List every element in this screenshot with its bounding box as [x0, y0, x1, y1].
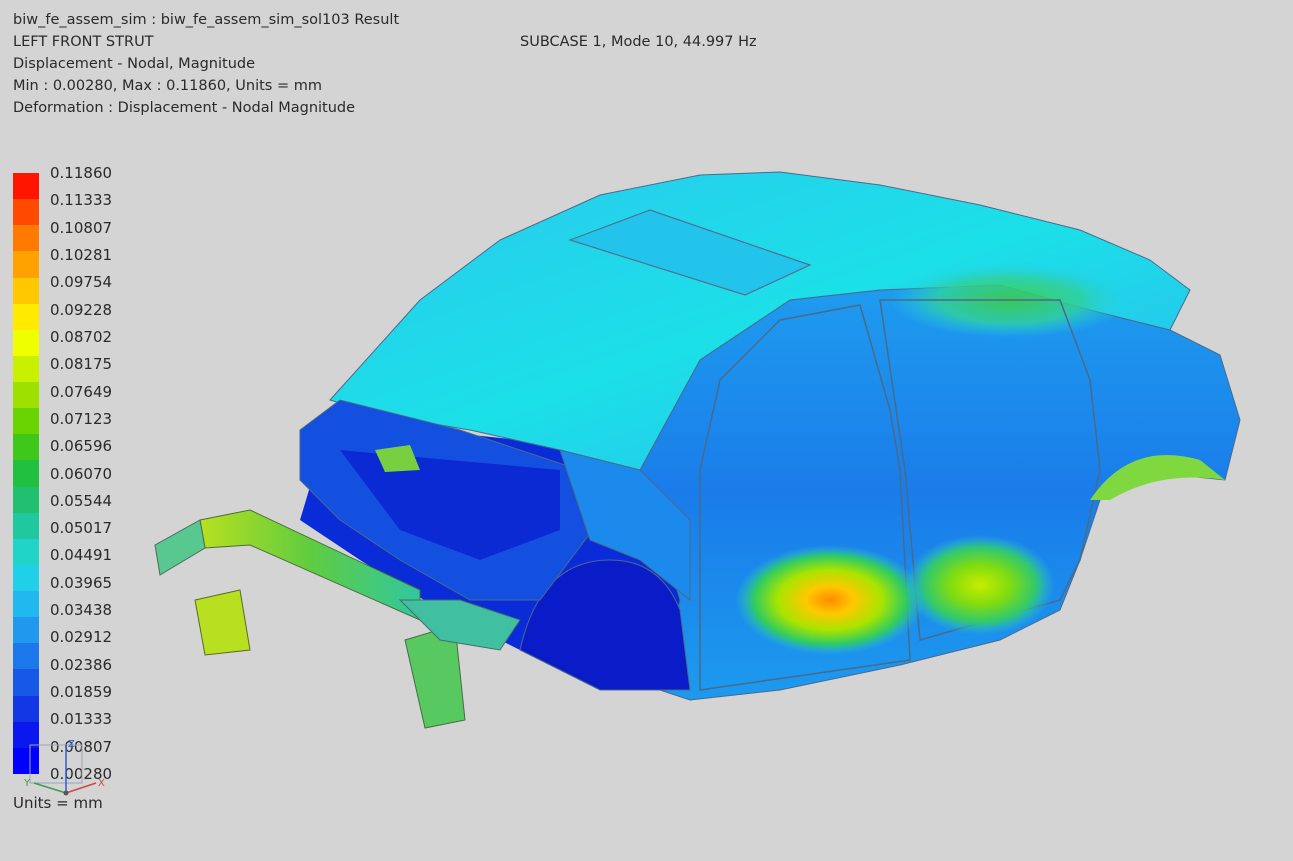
- legend-color-band: [13, 303, 39, 331]
- bumper-end-cap: [154, 519, 206, 576]
- legend-color-band: [13, 669, 39, 697]
- legend-color-band: [13, 199, 39, 226]
- legend-value-label: 0.05544: [50, 491, 113, 510]
- legend-color-band: [13, 225, 39, 252]
- car-body-model[interactable]: [0, 0, 1293, 861]
- legend-color-band: [13, 617, 39, 644]
- legend-value-label: 0.06596: [50, 437, 113, 456]
- legend-value-label: 0.09228: [50, 300, 113, 319]
- legend-value-label: 0.02912: [50, 628, 113, 647]
- legend-value-label: 0.08702: [50, 327, 113, 346]
- left-crash-box: [194, 589, 251, 656]
- legend-value-label: 0.09754: [50, 273, 113, 292]
- z-axis-label: Z: [68, 739, 75, 750]
- legend-value-label: 0.07649: [50, 382, 113, 401]
- legend-color-band: [13, 329, 39, 357]
- legend-color-band: [13, 355, 39, 383]
- legend-value-label: 0.02386: [50, 655, 113, 674]
- legend-color-band: [13, 591, 39, 618]
- legend-value-label: 0.10807: [50, 218, 113, 237]
- legend-color-band: [13, 251, 39, 279]
- y-axis-line: [33, 782, 67, 794]
- triad-cube: [29, 744, 83, 784]
- triad-origin: [63, 790, 69, 796]
- legend-color-band: [13, 564, 39, 592]
- legend-color-band: [13, 173, 39, 200]
- body-side-panel: [639, 284, 1241, 701]
- legend-value-label: 0.03965: [50, 573, 113, 592]
- legend-color-band: [13, 486, 39, 514]
- legend-value-label: 0.01333: [50, 710, 113, 729]
- legend-value-label: 0.06070: [50, 464, 113, 483]
- legend-value-label: 0.11333: [50, 191, 113, 210]
- legend-value-label: 0.08175: [50, 355, 113, 374]
- y-axis-label: Y: [23, 778, 31, 789]
- legend-value-label: 0.03438: [50, 601, 113, 620]
- legend-color-band: [13, 538, 39, 566]
- legend-color-band: [13, 382, 39, 409]
- front-door-hotspot: [735, 545, 925, 655]
- view-triad[interactable]: Z X Y: [18, 735, 118, 800]
- legend-color-band: [13, 460, 39, 488]
- legend-color-band: [13, 512, 39, 540]
- color-legend-bar: [13, 173, 39, 775]
- legend-value-label: 0.07123: [50, 409, 113, 428]
- legend-color-band: [13, 408, 39, 435]
- legend-color-band: [13, 434, 39, 461]
- rear-door-hotspot: [905, 535, 1055, 635]
- x-axis-line: [65, 782, 97, 794]
- legend-value-label: 0.01859: [50, 683, 113, 702]
- legend-color-band: [13, 695, 39, 723]
- legend-color-band: [13, 277, 39, 305]
- legend-color-band: [13, 643, 39, 670]
- legend-value-label: 0.10281: [50, 245, 113, 264]
- x-axis-label: X: [98, 778, 105, 789]
- legend-value-label: 0.04491: [50, 546, 113, 565]
- legend-value-label: 0.11860: [50, 164, 113, 182]
- legend-value-label: 0.05017: [50, 519, 113, 538]
